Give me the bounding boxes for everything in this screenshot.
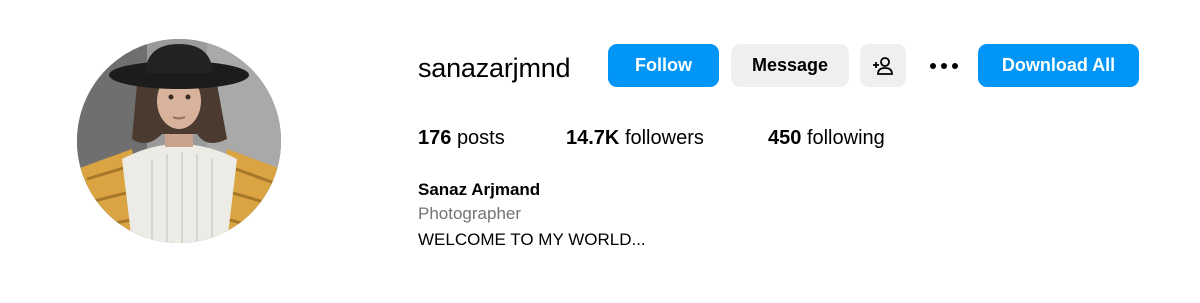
profile-category: Photographer [418, 204, 522, 223]
posts-count: 176 [418, 127, 452, 149]
avatar[interactable] [77, 39, 281, 243]
followers-count: 14.7K [566, 127, 620, 149]
posts-stat: 176 posts [418, 125, 505, 151]
following-label: following [806, 127, 885, 149]
following-stat[interactable]: 450 following [768, 125, 885, 151]
username: sanazarjmnd [418, 53, 571, 83]
more-options-icon [930, 62, 958, 69]
followers-label: followers [624, 127, 704, 149]
suggested-accounts-button[interactable] [860, 44, 906, 87]
full-name: Sanaz Arjmand [418, 180, 541, 199]
avatar-photo [77, 39, 281, 243]
posts-label: posts [456, 127, 505, 149]
download-all-button[interactable]: Download All [978, 44, 1139, 87]
more-options-button[interactable] [920, 44, 968, 87]
following-count: 450 [768, 127, 802, 149]
follow-button[interactable]: Follow [608, 44, 719, 87]
message-button[interactable]: Message [731, 44, 849, 87]
followers-stat[interactable]: 14.7K followers [566, 125, 704, 151]
person-add-icon [873, 56, 893, 75]
profile-header: sanazarjmnd Follow Message Download All … [0, 0, 1200, 303]
bio-text: WELCOME TO MY WORLD... [418, 230, 646, 249]
